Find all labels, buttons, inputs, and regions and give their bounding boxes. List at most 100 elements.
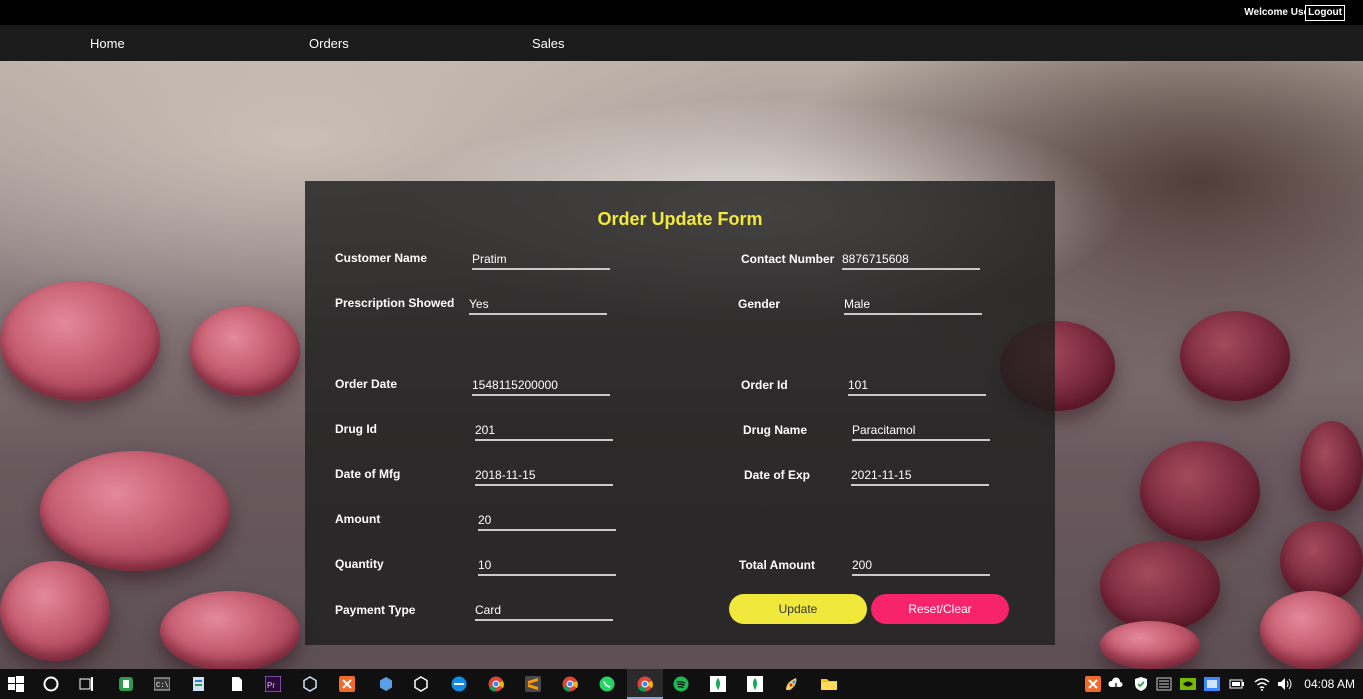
quantity-input[interactable]: 10 — [478, 558, 616, 576]
date-of-mfg-label: Date of Mfg — [335, 467, 401, 481]
total-amount-label: Total Amount — [739, 558, 815, 572]
logout-button[interactable]: Logout — [1305, 5, 1345, 21]
paint-icon[interactable] — [784, 676, 800, 692]
pill-decoration — [1100, 541, 1220, 631]
shield-icon[interactable] — [1133, 676, 1149, 692]
gender-label: Gender — [738, 297, 781, 311]
cube-icon[interactable] — [302, 676, 318, 692]
total-amount-input[interactable]: 200 — [852, 558, 990, 576]
app-green-icon[interactable] — [118, 676, 134, 692]
battery-icon[interactable] — [1229, 676, 1245, 692]
order-date-label: Order Date — [335, 377, 398, 391]
prescription-showed-input[interactable]: Yes — [469, 297, 607, 315]
chrome-icon-2[interactable] — [562, 676, 578, 692]
notepad-icon[interactable] — [229, 676, 245, 692]
mongodb-icon[interactable] — [710, 676, 726, 692]
nav-home[interactable]: Home — [90, 36, 125, 51]
chrome-icon[interactable] — [488, 676, 504, 692]
order-id-label: Order Id — [741, 378, 788, 392]
nav-sales[interactable]: Sales — [532, 36, 565, 51]
keyboard-icon[interactable] — [1156, 676, 1172, 692]
drug-name-label: Drug Name — [743, 423, 808, 437]
pill-decoration — [0, 281, 160, 401]
update-button[interactable]: Update — [729, 594, 867, 624]
date-of-mfg-input[interactable]: 2018-11-15 — [475, 468, 613, 486]
svg-text:C:\: C:\ — [156, 682, 169, 690]
drug-name-input[interactable]: Paracitamol — [852, 423, 990, 441]
form-title: Order Update Form — [597, 209, 763, 229]
pill-decoration — [190, 306, 300, 396]
contact-number-value: 8876715608 — [842, 252, 909, 266]
prescription-showed-label: Prescription Showed — [335, 296, 455, 310]
pill-decoration — [1260, 591, 1363, 669]
amount-label: Amount — [335, 512, 381, 526]
wifi-icon[interactable] — [1254, 676, 1270, 692]
gender-value: Male — [844, 297, 871, 311]
pill-decoration — [1100, 621, 1200, 669]
payment-type-label: Payment Type — [335, 603, 416, 617]
drug-id-input[interactable]: 201 — [475, 423, 613, 441]
pill-decoration — [1280, 521, 1363, 601]
xampp-icon[interactable] — [339, 676, 355, 692]
spotify-icon[interactable] — [673, 676, 689, 692]
folder-icon[interactable] — [821, 676, 837, 692]
date-of-mfg-value: 2018-11-15 — [475, 468, 536, 482]
svg-text:Pr: Pr — [267, 681, 275, 690]
nvidia-icon[interactable] — [1180, 676, 1196, 692]
total-amount-value: 200 — [852, 558, 873, 572]
customer-name-input[interactable]: Pratim — [472, 252, 610, 270]
drug-id-value: 201 — [475, 423, 496, 437]
chrome-icon-3[interactable] — [637, 676, 653, 692]
mongodb-icon-2[interactable] — [747, 676, 763, 692]
terminal-icon[interactable]: C:\ — [154, 676, 170, 692]
pill-decoration — [40, 451, 230, 571]
order-id-input[interactable]: 101 — [848, 378, 986, 396]
quantity-value: 10 — [478, 558, 492, 572]
nav-orders[interactable]: Orders — [309, 36, 349, 51]
cloud-download-icon[interactable] — [1108, 676, 1124, 692]
customer-name-label: Customer Name — [335, 251, 428, 265]
pill-decoration — [1140, 441, 1260, 541]
contact-number-input[interactable]: 8876715608 — [842, 252, 980, 270]
payment-type-value: Card — [475, 603, 502, 617]
date-of-exp-input[interactable]: 2021-11-15 — [851, 468, 989, 486]
pill-decoration — [160, 591, 300, 669]
volume-icon[interactable] — [1277, 676, 1293, 692]
pill-decoration — [0, 561, 110, 661]
amount-input[interactable]: 20 — [478, 513, 616, 531]
top-bar: Welcome User Logout — [0, 0, 1363, 25]
pill-decoration — [1180, 311, 1290, 401]
order-date-input[interactable]: 1548115200000 — [472, 378, 610, 396]
whatsapp-icon[interactable] — [599, 676, 615, 692]
order-date-value: 1548115200000 — [472, 378, 558, 392]
quantity-label: Quantity — [335, 557, 384, 571]
customer-name-value: Pratim — [472, 252, 507, 266]
date-of-exp-value: 2021-11-15 — [851, 468, 912, 482]
order-id-value: 101 — [848, 378, 869, 392]
cube-outline-icon[interactable] — [413, 676, 429, 692]
cortana-circle-icon[interactable] — [43, 676, 59, 692]
order-update-form: Order Update Form Customer Name Pratim C… — [305, 181, 1055, 645]
teamviewer-icon[interactable] — [451, 676, 467, 692]
navbar: Home Orders Sales — [0, 25, 1363, 61]
payment-type-input[interactable]: Card — [475, 603, 613, 621]
reset-clear-button[interactable]: Reset/Clear — [871, 594, 1009, 624]
xampp-tray-icon[interactable] — [1085, 676, 1101, 692]
drug-id-label: Drug Id — [335, 422, 377, 436]
drug-name-value: Paracitamol — [852, 423, 916, 437]
sublime-icon[interactable] — [525, 676, 541, 692]
box-icon[interactable] — [378, 676, 394, 692]
file-manager-icon[interactable] — [191, 676, 207, 692]
display-settings-icon[interactable] — [1204, 676, 1220, 692]
windows-taskbar: C:\ Pr 04:08 AM — [0, 669, 1363, 699]
prescription-showed-value: Yes — [469, 297, 489, 311]
amount-value: 20 — [478, 513, 492, 527]
pill-decoration — [1300, 421, 1363, 511]
contact-number-label: Contact Number — [741, 252, 835, 266]
windows-start-icon[interactable] — [8, 676, 24, 692]
task-view-icon[interactable] — [78, 676, 94, 692]
gender-input[interactable]: Male — [844, 297, 982, 315]
date-of-exp-label: Date of Exp — [744, 468, 811, 482]
taskbar-clock[interactable]: 04:08 AM — [1304, 677, 1355, 691]
premiere-icon[interactable]: Pr — [265, 676, 281, 692]
